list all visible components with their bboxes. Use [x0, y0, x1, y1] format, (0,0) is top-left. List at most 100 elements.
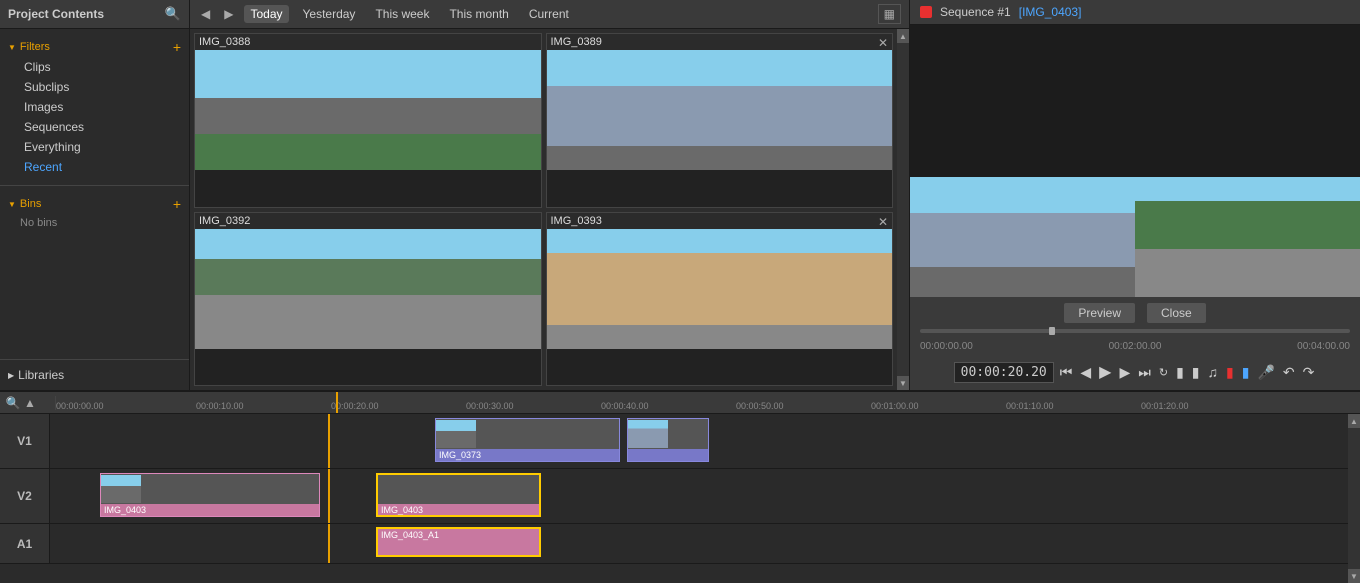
current-button[interactable]: Current [523, 5, 575, 23]
clip-IMG_0403-long[interactable]: IMG_0403 [100, 473, 320, 517]
clip-thumb-mini-0373 [436, 420, 476, 448]
close-preview-button[interactable]: Close [1147, 303, 1206, 323]
project-contents-title: Project Contents [8, 7, 104, 21]
track-content-v2[interactable]: IMG_0403 IMG_0403 [50, 469, 1348, 523]
loop-button[interactable]: ↻ [1157, 364, 1170, 381]
undo-button[interactable]: ↶ [1281, 362, 1297, 383]
media-thumb-IMG_0388[interactable]: IMG_0388 [194, 33, 542, 208]
media-thumb-IMG_0389[interactable]: IMG_0389 ✕ [546, 33, 894, 208]
today-button[interactable]: Today [244, 5, 288, 23]
track-label-v1: V1 [0, 414, 50, 468]
current-timecode: 00:00:20.20 [954, 362, 1054, 383]
add-filter-button[interactable]: + [173, 40, 181, 54]
tick-3: 00:00:30.00 [466, 401, 514, 411]
splice-button[interactable]: ▮ [1240, 362, 1252, 383]
filter-item-clips[interactable]: Clips [20, 57, 181, 77]
this-month-button[interactable]: This month [443, 5, 514, 23]
tick-1: 00:00:10.00 [196, 401, 244, 411]
back-button[interactable]: ◀ [198, 6, 213, 22]
filters-section: ▼ Filters + Clips Subclips Images Sequen… [0, 33, 189, 181]
sequence-clip-label: [IMG_0403] [1019, 5, 1082, 19]
filter-item-everything[interactable]: Everything [20, 137, 181, 157]
media-thumb-img-0389 [547, 50, 893, 170]
filter-item-sequences[interactable]: Sequences [20, 117, 181, 137]
bins-header[interactable]: ▼ Bins + [8, 194, 181, 214]
media-thumb-IMG_0393[interactable]: IMG_0393 ✕ [546, 212, 894, 387]
timecode-end: 00:04:00.00 [1297, 341, 1350, 352]
filter-item-subclips[interactable]: Subclips [20, 77, 181, 97]
zoom-in-button[interactable]: ▲ [23, 396, 37, 410]
separator [0, 185, 189, 186]
mic-button[interactable]: 🎤 [1255, 362, 1276, 383]
preview-thumb-right[interactable] [1135, 177, 1360, 297]
preview-thumb-left[interactable] [910, 177, 1135, 297]
forward-button[interactable]: ▶ [221, 6, 236, 22]
track-scroll-up[interactable]: ▲ [1348, 414, 1360, 428]
search-icon[interactable]: 🔍 [165, 6, 181, 22]
playhead-ruler-marker [336, 392, 338, 413]
marker-button[interactable]: ▮ [1224, 362, 1236, 383]
add-bin-button[interactable]: + [173, 197, 181, 211]
redo-button[interactable]: ↷ [1301, 362, 1317, 383]
media-thumb-IMG_0392[interactable]: IMG_0392 [194, 212, 542, 387]
filters-header[interactable]: ▼ Filters + [8, 37, 181, 57]
media-grid: IMG_0388 IMG_0389 ✕ IMG_0392 [190, 29, 897, 390]
timeline-area: 🔍 ▲ 00:00:00.00 00:00:10.00 00:00:20.00 … [0, 390, 1360, 583]
media-scrollbar[interactable]: ▲ ▼ [897, 29, 909, 390]
clip-IMG_0373b[interactable] [627, 418, 709, 462]
clip-thumb-strip-0403 [101, 474, 319, 504]
playhead-v1 [328, 414, 330, 468]
right-panel: Sequence #1 [IMG_0403] Preview Close [910, 0, 1360, 390]
go-end-button[interactable]: ⏭ [1136, 362, 1153, 383]
libraries-header[interactable]: ▶ Libraries [8, 364, 181, 386]
grid-view-button[interactable]: ▦ [878, 4, 901, 24]
next-frame-button[interactable]: ▶ [1117, 362, 1132, 383]
prev-frame-button[interactable]: ◀ [1078, 362, 1093, 383]
no-bins-label: No bins [8, 214, 181, 229]
filters-title: ▼ Filters [8, 41, 50, 53]
zoom-out-button[interactable]: 🔍 [6, 396, 20, 410]
media-thumb-img-0393 [547, 229, 893, 349]
track-scrollbar[interactable]: ▲ ▼ [1348, 414, 1360, 583]
track-content-v1[interactable]: IMG_0373 [50, 414, 1348, 468]
track-v2: V2 IMG_0403 IMG_0403 [0, 469, 1348, 524]
playhead-a1 [328, 524, 330, 563]
center-panel: ◀ ▶ Today Yesterday This week This month… [190, 0, 910, 390]
yesterday-button[interactable]: Yesterday [297, 5, 362, 23]
clip-IMG_0403-A1[interactable]: IMG_0403_A1 [376, 527, 541, 557]
clip-thumb-mini-0403 [101, 475, 141, 503]
timecode-start: 00:00:00.00 [920, 341, 973, 352]
audio-button[interactable]: ♫ [1206, 362, 1221, 382]
track-scroll-down[interactable]: ▼ [1348, 569, 1360, 583]
scroll-up-arrow[interactable]: ▲ [897, 29, 909, 43]
track-label-v2: V2 [0, 469, 50, 523]
close-thumb-0393[interactable]: ✕ [878, 215, 888, 229]
timeline-ruler: 🔍 ▲ 00:00:00.00 00:00:10.00 00:00:20.00 … [0, 392, 1360, 414]
clip-thumb-mini-0373b [628, 420, 668, 448]
in-point-button[interactable]: ▮ [1174, 362, 1186, 383]
filter-items-list: Clips Subclips Images Sequences Everythi… [8, 57, 181, 177]
media-grid-container: IMG_0388 IMG_0389 ✕ IMG_0392 [190, 29, 909, 390]
go-start-button[interactable]: ⏮ [1058, 362, 1075, 383]
tick-2: 00:00:20.00 [331, 401, 379, 411]
filter-item-images[interactable]: Images [20, 97, 181, 117]
tick-4: 00:00:40.00 [601, 401, 649, 411]
preview-button[interactable]: Preview [1064, 303, 1135, 323]
timeline-tracks: V1 IMG_0373 [0, 414, 1348, 583]
filter-item-recent[interactable]: Recent [20, 157, 181, 177]
out-point-button[interactable]: ▮ [1190, 362, 1202, 383]
media-thumb-label-0389: IMG_0389 [547, 34, 893, 50]
track-content-a1[interactable]: IMG_0403_A1 [50, 524, 1348, 563]
sequence-title: Sequence #1 [940, 5, 1011, 19]
this-week-button[interactable]: This week [369, 5, 435, 23]
clip-IMG_0373[interactable]: IMG_0373 [435, 418, 620, 462]
close-thumb-0389[interactable]: ✕ [878, 36, 888, 50]
clip-IMG_0403-outline[interactable]: IMG_0403 [376, 473, 541, 517]
play-button[interactable]: ▶ [1097, 360, 1113, 384]
project-contents-header: Project Contents 🔍 [0, 0, 189, 29]
media-thumb-img-0388 [195, 50, 541, 170]
preview-controls: Preview Close 00:00:00.00 00:02:00.00 00… [910, 297, 1360, 390]
scroll-down-arrow[interactable]: ▼ [897, 376, 909, 390]
media-toolbar: ◀ ▶ Today Yesterday This week This month… [190, 0, 909, 29]
timecode-middle: 00:02:00.00 [1109, 341, 1162, 352]
